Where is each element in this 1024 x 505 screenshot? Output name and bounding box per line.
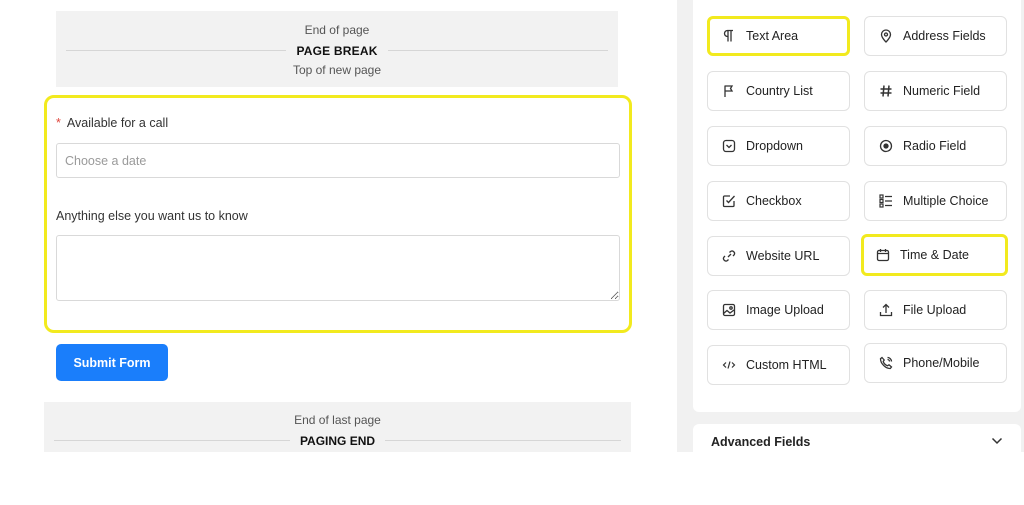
field-image-upload[interactable]: Image Upload: [707, 290, 850, 330]
image-icon: [721, 302, 737, 318]
date-input[interactable]: [56, 143, 620, 178]
map-pin-icon: [878, 28, 894, 44]
calendar-icon: [875, 247, 891, 263]
hash-icon: [878, 83, 894, 99]
flag-icon: [721, 83, 737, 99]
phone-icon: [878, 355, 894, 371]
upload-icon: [878, 302, 894, 318]
advanced-fields-label: Advanced Fields: [711, 435, 811, 449]
required-mark: *: [56, 116, 61, 130]
field-country-list[interactable]: Country List: [707, 71, 850, 111]
call-field-label-text: Available for a call: [66, 116, 169, 130]
page-break-end-text: End of page: [304, 23, 370, 37]
field-custom-html[interactable]: Custom HTML: [707, 345, 850, 385]
field-multiple-choice[interactable]: Multiple Choice: [864, 181, 1007, 221]
field-address-fields[interactable]: Address Fields: [864, 16, 1007, 56]
field-numeric-field[interactable]: Numeric Field: [864, 71, 1007, 111]
field-label: Dropdown: [746, 139, 803, 153]
page-break-divider: PAGE BREAK: [56, 42, 618, 58]
dropdown-icon: [721, 138, 737, 154]
radio-icon: [878, 138, 894, 154]
field-label: Checkbox: [746, 194, 802, 208]
highlighted-form-fields: * Available for a call Anything else you …: [44, 95, 632, 333]
checkbox-icon: [721, 193, 737, 209]
paging-end-block[interactable]: End of last page PAGING END: [44, 402, 631, 452]
field-checkbox[interactable]: Checkbox: [707, 181, 850, 221]
code-icon: [721, 357, 737, 373]
field-label: Multiple Choice: [903, 194, 989, 208]
field-file-upload[interactable]: File Upload: [864, 290, 1007, 330]
field-label: Image Upload: [746, 303, 824, 317]
field-label: Phone/Mobile: [903, 356, 980, 370]
link-icon: [721, 248, 737, 264]
field-label: File Upload: [903, 303, 967, 317]
paging-end-title: PAGING END: [289, 434, 386, 448]
extra-info-textarea[interactable]: [56, 235, 620, 301]
extra-field-label: Anything else you want us to know: [56, 209, 248, 223]
advanced-fields-toggle[interactable]: Advanced Fields: [693, 424, 1021, 452]
field-palette: Text Area Address Fields Country List Nu…: [693, 0, 1021, 412]
field-label: Numeric Field: [903, 84, 981, 98]
field-website-url[interactable]: Website URL: [707, 236, 850, 276]
page-break-title: PAGE BREAK: [286, 44, 388, 58]
field-text-area[interactable]: Text Area: [707, 16, 850, 56]
field-label: Website URL: [746, 249, 820, 263]
field-phone-mobile[interactable]: Phone/Mobile: [864, 343, 1007, 383]
field-label: Country List: [746, 84, 813, 98]
field-label: Address Fields: [903, 29, 986, 43]
field-label: Text Area: [746, 29, 799, 43]
paging-end-divider: PAGING END: [44, 432, 631, 448]
call-field-label: * Available for a call: [56, 116, 168, 130]
field-label: Time & Date: [900, 248, 970, 262]
field-time-date[interactable]: Time & Date: [861, 234, 1008, 276]
field-radio-field[interactable]: Radio Field: [864, 126, 1007, 166]
paragraph-icon: [721, 28, 737, 44]
field-label: Radio Field: [903, 139, 967, 153]
list-icon: [878, 193, 894, 209]
field-dropdown[interactable]: Dropdown: [707, 126, 850, 166]
chevron-down-icon: [991, 432, 1003, 450]
page-break-block[interactable]: End of page PAGE BREAK Top of new page: [56, 11, 618, 87]
page-break-top-text: Top of new page: [292, 63, 382, 77]
submit-form-button[interactable]: Submit Form: [56, 344, 168, 381]
field-label: Custom HTML: [746, 358, 827, 372]
paging-end-text: End of last page: [294, 413, 381, 427]
